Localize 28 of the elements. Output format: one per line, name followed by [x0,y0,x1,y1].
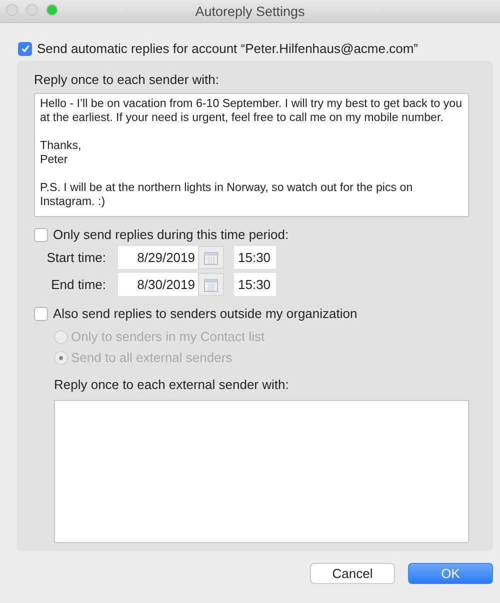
checkbox-label: Only send replies during this time period: [53,227,289,242]
section-label: Reply once to each external sender with: [54,377,290,392]
time-field[interactable]: 15:30 [234,273,276,296]
external-reply-text-area[interactable] [54,400,469,543]
section-label: Reply once to each sender with: [34,72,220,87]
calendar-icon [203,276,219,292]
calendar-button[interactable] [198,246,224,269]
time-field[interactable]: 15:30 [234,246,276,269]
window-zoom-button[interactable] [46,4,58,16]
checkbox-label: Send automatic replies for account “Peter.Hilfenhaus@acme.com” [37,41,418,56]
reply-text-area[interactable]: Hello - I’ll be on vacation from 6-10 September. I will try my best to get back to you at the earliest. If your need is urgent, feel free to call me on my mobile number. Thanks, Peter P.S. I will be at the northern lights in Norway, so watch out for the pics on Instagram. :) [34,93,469,217]
time-label: End time: [50,277,107,292]
calendar-button[interactable] [198,273,224,296]
checkbox-label: Also send replies to senders outside my organization [53,306,358,321]
cancel-button[interactable]: Cancel [310,563,395,584]
checkbox[interactable] [34,228,48,242]
date-field[interactable]: 8/29/2019 [118,246,198,269]
window-minimize-button[interactable] [26,4,38,16]
radio-label: Send to all external senders [71,350,232,365]
time-label: Start time: [46,250,107,265]
calendar-icon [203,250,219,266]
window-title: Autoreply Settings [195,4,305,18]
window-close-button[interactable] [6,4,18,16]
checkbox[interactable] [18,42,32,56]
date-field[interactable]: 8/30/2019 [118,273,198,296]
checkmark-icon [20,43,30,54]
radio-label: Only to senders in my Contact list [71,329,265,344]
checkbox[interactable] [34,306,48,320]
